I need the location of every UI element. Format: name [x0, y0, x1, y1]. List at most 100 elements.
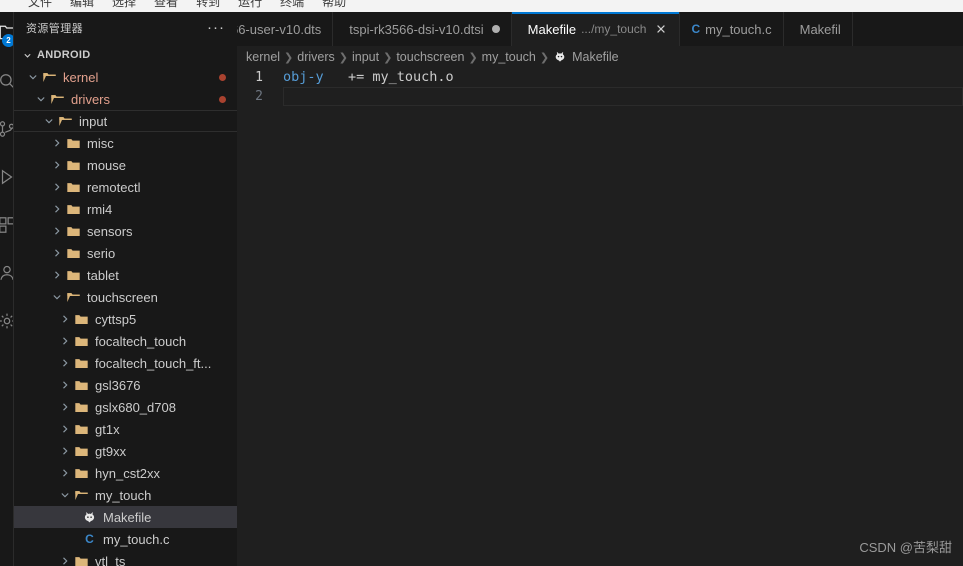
menu-item-1[interactable]: 编辑 [70, 0, 94, 8]
tree-item-gt9xx[interactable]: gt9xx [14, 440, 237, 462]
tree-item-label: focaltech_touch [95, 333, 187, 349]
chevron-down-icon[interactable] [50, 292, 64, 302]
menu-item-6[interactable]: 终端 [280, 0, 304, 8]
tree-item-misc[interactable]: misc [14, 132, 237, 154]
chevron-right-icon[interactable] [58, 402, 72, 412]
tree-item-kernel[interactable]: kernel [14, 66, 237, 88]
chevron-down-icon[interactable] [58, 490, 72, 500]
tree-item-cyttsp5[interactable]: cyttsp5 [14, 308, 237, 330]
editor-tab-k3566-user-v10.dts[interactable]: k3566-user-v10.dts [237, 12, 334, 46]
chevron-right-icon[interactable] [58, 380, 72, 390]
tree-item-label: drivers [71, 91, 111, 107]
extensions-icon[interactable] [0, 208, 13, 242]
menu-item-5[interactable]: 运行 [238, 0, 262, 8]
chevron-right-icon[interactable] [50, 138, 64, 148]
tree-item-my_touch-c[interactable]: Cmy_touch.c [14, 528, 237, 550]
tree-item-vtl_ts[interactable]: vtl_ts [14, 550, 237, 566]
folder-icon [72, 400, 91, 415]
tree-item-hyn_cst2xx[interactable]: hyn_cst2xx [14, 462, 237, 484]
tree-item-my_touch[interactable]: my_touch [14, 484, 237, 506]
tree-item-sensors[interactable]: sensors [14, 220, 237, 242]
breadcrumb-item-label: my_touch [481, 50, 536, 64]
breadcrumb-item-input[interactable]: input [352, 50, 379, 64]
chevron-right-icon[interactable] [58, 314, 72, 324]
workspace-section-header[interactable]: ANDROID [14, 44, 237, 66]
chevron-right-icon[interactable] [58, 446, 72, 456]
activity-bar[interactable]: 2 [0, 12, 14, 566]
tree-item-makefile[interactable]: Makefile [14, 506, 237, 528]
tree-item-remotectl[interactable]: remotectl [14, 176, 237, 198]
folder-icon [72, 334, 91, 349]
file-tree[interactable]: kernel drivers input misc mouse remotectl rmi4… [14, 66, 237, 566]
tree-item-focaltech_touch_ft---[interactable]: focaltech_touch_ft... [14, 352, 237, 374]
breadcrumb-separator: ❯ [539, 51, 550, 64]
chevron-right-icon[interactable] [58, 468, 72, 478]
editor-area: k3566-user-v10.dts tspi-rk3566-dsi-v10.dt… [237, 12, 963, 566]
editor-tab-my_touch.c[interactable]: Cmy_touch.c [680, 12, 784, 46]
editor-tab-makefile[interactable]: Makefile .../my_touch [511, 12, 681, 46]
tree-item-label: tablet [87, 267, 119, 283]
menu-item-2[interactable]: 选择 [112, 0, 136, 8]
menu-item-7[interactable]: 帮助 [322, 0, 346, 8]
folder-icon [40, 70, 59, 85]
chevron-right-icon[interactable] [58, 556, 72, 566]
code-editor[interactable]: 1 obj-y += my_touch.o 2 [237, 68, 963, 566]
breadcrumb-item-label: input [352, 50, 380, 64]
chevron-right-icon[interactable] [58, 358, 72, 368]
tree-item-rmi4[interactable]: rmi4 [14, 198, 237, 220]
breadcrumb-item-makefile[interactable]: Makefile [553, 50, 619, 65]
menu-item-0[interactable]: 文件 [28, 0, 52, 8]
folder-icon [64, 224, 83, 239]
tree-item-touchscreen[interactable]: touchscreen [14, 286, 237, 308]
breadcrumb-item-my_touch[interactable]: my_touch [482, 50, 536, 64]
run-debug-icon[interactable] [0, 160, 13, 194]
editor-tab-tspi-rk3566-dsi-v10.dtsi[interactable]: tspi-rk3566-dsi-v10.dtsi [333, 12, 512, 46]
tree-item-focaltech_touch[interactable]: focaltech_touch [14, 330, 237, 352]
chevron-down-icon[interactable] [34, 94, 48, 104]
chevron-right-icon[interactable] [50, 204, 64, 214]
source-control-icon[interactable] [0, 112, 13, 146]
tree-item-gt1x[interactable]: gt1x [14, 418, 237, 440]
tree-item-label: gt1x [95, 421, 120, 437]
breadcrumb-item-touchscreen[interactable]: touchscreen [396, 50, 464, 64]
chevron-down-icon[interactable] [42, 116, 56, 126]
chevron-right-icon[interactable] [50, 226, 64, 236]
tab-description: .../my_touch [581, 22, 647, 36]
tree-item-gsl3676[interactable]: gsl3676 [14, 374, 237, 396]
editor-tab-makefil[interactable]: Makefil [783, 12, 853, 46]
menu-item-3[interactable]: 查看 [154, 0, 178, 8]
tree-item-tablet[interactable]: tablet [14, 264, 237, 286]
tree-item-gslx680_d708[interactable]: gslx680_d708 [14, 396, 237, 418]
tree-item-drivers[interactable]: drivers [14, 88, 237, 110]
tree-item-serio[interactable]: serio [14, 242, 237, 264]
menu-item-4[interactable]: 转到 [196, 0, 220, 8]
folder-icon [72, 466, 91, 481]
breadcrumb-item-kernel[interactable]: kernel [246, 50, 280, 64]
tab-label: tspi-rk3566-dsi-v10.dtsi [349, 21, 484, 37]
sidebar-title-label: 资源管理器 [26, 23, 83, 35]
tree-item-label: sensors [87, 223, 133, 239]
chevron-right-icon[interactable] [50, 160, 64, 170]
breadcrumb[interactable]: kernel ❯ drivers ❯ input ❯ touchscreen ❯ my_touc… [237, 46, 963, 68]
tree-item-input[interactable]: input [14, 110, 237, 132]
editor-tab-bar[interactable]: k3566-user-v10.dts tspi-rk3566-dsi-v10.dt… [237, 12, 963, 46]
breadcrumb-item-drivers[interactable]: drivers [297, 50, 335, 64]
chevron-right-icon[interactable] [50, 248, 64, 258]
folder-icon [56, 114, 75, 129]
tab-close-icon[interactable] [653, 22, 668, 37]
chevron-right-icon[interactable] [50, 182, 64, 192]
git-modified-dot-icon [219, 95, 226, 103]
chevron-right-icon[interactable] [58, 424, 72, 434]
search-icon[interactable] [0, 64, 13, 98]
tab-dirty-indicator-icon[interactable] [491, 25, 500, 33]
chevron-down-icon[interactable] [26, 72, 40, 82]
settings-gear-icon[interactable] [0, 304, 13, 338]
remote-explorer-icon[interactable] [0, 256, 13, 290]
code-line[interactable]: 2 [237, 87, 963, 106]
menu-bar[interactable]: 文件 编辑 选择 查看 转到 运行 终端 帮助 [0, 0, 963, 12]
code-line[interactable]: 1 obj-y += my_touch.o [237, 68, 963, 87]
tree-item-mouse[interactable]: mouse [14, 154, 237, 176]
chevron-right-icon[interactable] [50, 270, 64, 280]
sidebar-more-actions-button[interactable]: ··· [201, 20, 231, 35]
chevron-right-icon[interactable] [58, 336, 72, 346]
